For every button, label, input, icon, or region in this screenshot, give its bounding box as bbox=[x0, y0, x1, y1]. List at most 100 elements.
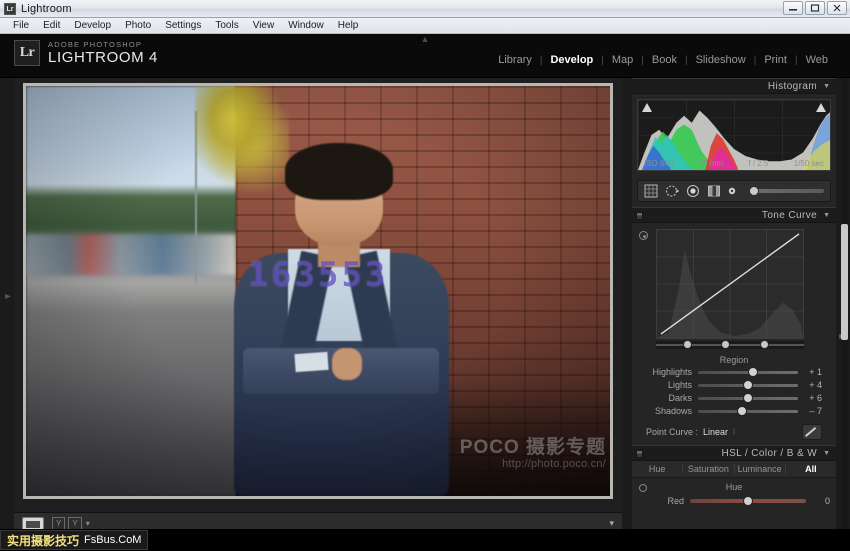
menu-settings[interactable]: Settings bbox=[158, 18, 208, 33]
module-web[interactable]: Web bbox=[798, 54, 836, 66]
window-title: Lightroom bbox=[21, 3, 72, 15]
right-panel-scrollbar-thumb[interactable] bbox=[841, 224, 848, 340]
brush-size-slider[interactable] bbox=[749, 189, 824, 193]
slider-track-shadows[interactable] bbox=[698, 410, 798, 413]
develop-tool-strip bbox=[637, 180, 831, 202]
menu-window[interactable]: Window bbox=[281, 18, 331, 33]
histogram-panel-title: Histogram bbox=[768, 81, 817, 92]
slider-knob-shadows[interactable] bbox=[737, 406, 747, 416]
slider-row-darks[interactable]: Darks + 6 bbox=[646, 392, 822, 404]
histogram-exif: ISO 640 35 mm f / 2.5 1/50 sec bbox=[638, 159, 830, 168]
region-splitter-highlights[interactable] bbox=[760, 340, 769, 349]
tab-luminance[interactable]: Luminance bbox=[734, 464, 785, 474]
maximize-button[interactable] bbox=[805, 1, 825, 15]
window-titlebar: Lr Lightroom bbox=[0, 0, 850, 18]
spot-removal-icon[interactable] bbox=[665, 184, 679, 198]
shadow-clipping-indicator[interactable] bbox=[642, 103, 652, 112]
slider-track-red[interactable] bbox=[690, 499, 806, 503]
highlight-clipping-indicator[interactable] bbox=[816, 103, 826, 112]
targeted-adjustment-tool-icon[interactable] bbox=[639, 231, 648, 240]
identity-bar: Lr ADOBE PHOTOSHOP LIGHTROOM 4 Library |… bbox=[0, 34, 850, 78]
module-slideshow[interactable]: Slideshow bbox=[688, 54, 754, 66]
tone-curve-panel-header[interactable]: Tone Curve ▼ bbox=[632, 207, 836, 223]
tab-hue[interactable]: Hue bbox=[632, 464, 682, 474]
slider-knob-red[interactable] bbox=[743, 496, 753, 506]
taskbar-item-label-en: FsBus.CoM bbox=[84, 534, 141, 546]
tone-curve-region-bar[interactable] bbox=[656, 341, 804, 349]
slider-row-highlights[interactable]: Highlights + 1 bbox=[646, 366, 822, 378]
region-splitter-midtones[interactable] bbox=[721, 340, 730, 349]
graduated-filter-icon[interactable] bbox=[707, 184, 721, 198]
slider-track-darks[interactable] bbox=[698, 397, 798, 400]
exif-aperture: f / 2.5 bbox=[748, 159, 768, 168]
point-curve-dropdown-icon[interactable]: ⁞ bbox=[733, 429, 735, 436]
module-book[interactable]: Book bbox=[644, 54, 685, 66]
close-button[interactable] bbox=[827, 1, 847, 15]
region-splitter-shadows[interactable] bbox=[683, 340, 692, 349]
slider-track-highlights[interactable] bbox=[698, 371, 798, 374]
module-print[interactable]: Print bbox=[756, 54, 795, 66]
slider-label-shadows: Shadows bbox=[646, 406, 698, 416]
hsl-panel-body: Hue Red 0 bbox=[632, 478, 836, 507]
histogram-panel-header[interactable]: Histogram ▼ bbox=[632, 78, 836, 94]
left-panel-expand-arrow[interactable]: ► bbox=[3, 284, 13, 308]
menu-file[interactable]: File bbox=[6, 18, 36, 33]
module-library[interactable]: Library bbox=[490, 54, 540, 66]
module-develop[interactable]: Develop bbox=[542, 54, 601, 66]
slider-label-lights: Lights bbox=[646, 380, 698, 390]
taskbar-item[interactable]: 实用摄影技巧 FsBus.CoM bbox=[0, 530, 148, 550]
image-viewer[interactable]: 163553 POCO 摄影专题 http://photo.poco.cn/ bbox=[14, 78, 622, 512]
menu-view[interactable]: View bbox=[246, 18, 282, 33]
slider-label-darks: Darks bbox=[646, 393, 698, 403]
windows-taskbar: 实用摄影技巧 FsBus.CoM bbox=[0, 529, 850, 551]
chevron-down-icon[interactable]: ▼ bbox=[823, 212, 830, 219]
edit-point-curve-button[interactable] bbox=[802, 424, 822, 440]
right-panel: Histogram ▼ bbox=[632, 78, 836, 534]
tone-curve-panel-switch[interactable] bbox=[636, 212, 643, 220]
hsl-tab-bar: Hue Saturation Luminance All bbox=[632, 461, 836, 478]
slider-label-highlights: Highlights bbox=[646, 367, 698, 377]
identity-text: ADOBE PHOTOSHOP LIGHTROOM 4 bbox=[48, 41, 158, 66]
tone-curve-graph[interactable] bbox=[656, 229, 804, 339]
tone-curve-panel-body: Region Highlights + 1 Lights + 4 bbox=[632, 223, 836, 445]
slider-row-red-hue[interactable]: Red 0 bbox=[638, 495, 830, 507]
hsl-panel-switch[interactable] bbox=[636, 450, 643, 458]
tab-saturation[interactable]: Saturation bbox=[682, 464, 733, 474]
module-map[interactable]: Map bbox=[604, 54, 641, 66]
minimize-button[interactable] bbox=[783, 1, 803, 15]
slider-row-lights[interactable]: Lights + 4 bbox=[646, 379, 822, 391]
top-panel-collapse-arrow[interactable]: ▲ bbox=[421, 34, 430, 44]
slider-knob-lights[interactable] bbox=[743, 380, 753, 390]
menu-edit[interactable]: Edit bbox=[36, 18, 67, 33]
toolbar-dropdown-caret[interactable]: ▾ bbox=[86, 519, 90, 528]
menu-help[interactable]: Help bbox=[331, 18, 366, 33]
point-curve-row: Point Curve : Linear ⁞ bbox=[646, 423, 822, 441]
brush-size-knob[interactable] bbox=[749, 186, 759, 196]
chevron-down-icon[interactable]: ▼ bbox=[823, 450, 830, 457]
tab-all[interactable]: All bbox=[785, 464, 836, 474]
crop-overlay-icon[interactable] bbox=[644, 184, 658, 198]
menu-tools[interactable]: Tools bbox=[208, 18, 245, 33]
histogram-graph[interactable]: ISO 640 35 mm f / 2.5 1/50 sec bbox=[637, 99, 831, 171]
taskbar-item-label-cn: 实用摄影技巧 bbox=[7, 532, 79, 549]
point-curve-value[interactable]: Linear bbox=[703, 427, 728, 437]
exif-iso: ISO 640 bbox=[644, 159, 673, 168]
menu-develop[interactable]: Develop bbox=[67, 18, 118, 33]
slider-knob-darks[interactable] bbox=[743, 393, 753, 403]
adjustment-brush-icon[interactable] bbox=[728, 185, 740, 197]
toolbar-options-caret[interactable]: ▾ bbox=[609, 518, 614, 529]
slider-row-shadows[interactable]: Shadows – 7 bbox=[646, 405, 822, 417]
photo-image[interactable]: 163553 POCO 摄影专题 http://photo.poco.cn/ bbox=[26, 86, 610, 496]
menu-bar: File Edit Develop Photo Settings Tools V… bbox=[0, 18, 850, 34]
chevron-down-icon[interactable]: ▼ bbox=[823, 83, 830, 90]
slider-track-lights[interactable] bbox=[698, 384, 798, 387]
hsl-panel-header[interactable]: HSL / Color / B & W ▼ bbox=[632, 445, 836, 461]
slider-knob-highlights[interactable] bbox=[748, 367, 758, 377]
hsl-section-label: Hue bbox=[632, 482, 836, 492]
application-window: Lr Lightroom File Edit Develop Photo Set… bbox=[0, 0, 850, 551]
red-eye-icon[interactable] bbox=[686, 184, 700, 198]
histogram-panel-body: ISO 640 35 mm f / 2.5 1/50 sec bbox=[632, 94, 836, 176]
hsl-targeted-adjustment-icon[interactable] bbox=[639, 484, 647, 492]
identity-plate[interactable]: Lr ADOBE PHOTOSHOP LIGHTROOM 4 bbox=[14, 40, 158, 66]
menu-photo[interactable]: Photo bbox=[118, 18, 158, 33]
